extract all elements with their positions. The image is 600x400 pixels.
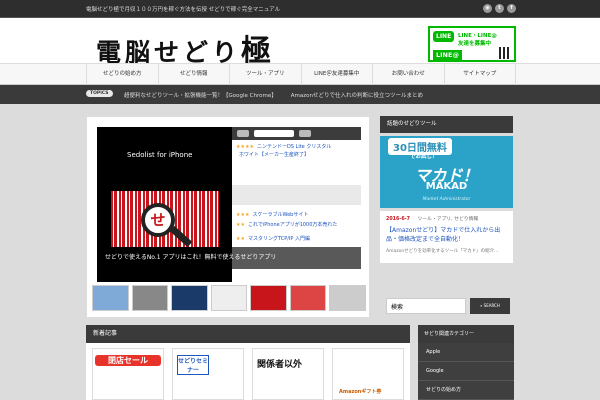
ticker-item[interactable]: Amazonせどりで仕入れの判断に役立つツールまとめ (291, 91, 423, 99)
app-search-field (254, 130, 294, 137)
card-label: せどりセミナー (177, 355, 209, 375)
makad-tagline: Market Administrator (422, 197, 471, 202)
app-detail-panel (232, 185, 361, 205)
post-categories[interactable]: ツール・アプリ, せどり情報 (418, 217, 479, 222)
categories-heading: せどり関連カテゴリー (418, 325, 514, 343)
nav-item-start[interactable]: せどりの始め方 (86, 64, 158, 85)
line-badge: LINE (433, 31, 455, 42)
category-link-google[interactable]: Google (418, 362, 514, 381)
nav-item-info[interactable]: せどり情報 (157, 64, 230, 85)
topics-label: TOPICS (86, 90, 113, 97)
article-card[interactable]: Amazonギフト券 (332, 348, 404, 400)
article-card[interactable]: 閉店セール (92, 348, 164, 400)
rss-icon[interactable]: ◉ (483, 4, 492, 13)
post-date: 2016-6-7 (386, 217, 411, 222)
app-product: ★★ マスタリングTCP/IP 入門編 (236, 236, 311, 242)
slider-thumbnail[interactable] (329, 285, 367, 311)
slider-thumbnail[interactable] (289, 285, 327, 311)
search-button[interactable]: ⌕ SEARCH (470, 298, 510, 314)
ticker-item[interactable]: 超便利なせどりツール・拡張機能一覧！【Google Chrome】 (124, 91, 277, 99)
slider-thumbnail[interactable] (250, 285, 287, 311)
slider-thumbnail[interactable] (92, 285, 129, 311)
app-toolbar (232, 127, 361, 140)
app-product: ★★★ スケーラブルWebサイト (236, 212, 309, 218)
category-link-start[interactable]: せどりの始め方 (418, 381, 514, 400)
categories-list: Apple Google せどりの始め方 (418, 343, 514, 400)
post-excerpt: Amazonせどりを効率化するツール「マカド」の紹介… (386, 249, 499, 254)
ticker-items: 超便利なせどりツール・拡張機能一覧！【Google Chrome】 Amazon… (124, 91, 600, 99)
site-header: 電脳せどり極 LINE LINE・LINE@ 友達を募集中 LINE@ (0, 18, 600, 69)
nav-item-sitemap[interactable]: サイトマップ (443, 64, 516, 85)
slider-thumbnail[interactable] (131, 285, 169, 311)
app-product: ★★ これでiPhoneアプリが1000万本売れた (236, 222, 338, 228)
category-link-apple[interactable]: Apple (418, 343, 514, 362)
card-label: 閉店セール (95, 355, 161, 366)
app-button (299, 130, 311, 137)
nav-item-contact[interactable]: お問い合わせ (372, 64, 444, 85)
topics-ticker: TOPICS 超便利なせどりツール・拡張機能一覧！【Google Chrome】… (0, 85, 600, 104)
social-links: ◉ t f (483, 4, 516, 13)
app-product: ホワイト【メーカー生産終了】 (239, 152, 310, 158)
slider-thumbnail[interactable] (171, 285, 208, 311)
article-cards: 閉店セール せどりセミナー 関係者以外 Amazonギフト券 (86, 343, 410, 400)
sidebar-post: 2016-6-7 ツール・アプリ, せどり情報 【Amazonせどり】マカドで仕… (380, 211, 513, 263)
app-button (237, 130, 249, 137)
article-card[interactable]: 関係者以外 (252, 348, 324, 400)
nav-item-line[interactable]: LINE＠友達募集中 (300, 64, 373, 85)
main-nav: せどりの始め方 せどり情報 ツール・アプリ LINE＠友達募集中 お問い合わせ … (0, 63, 600, 85)
app-product: ★★★★ ニンテンドーDS Lite クリスタル (236, 144, 332, 150)
magnifier-icon: せ (141, 203, 175, 237)
search-input[interactable] (386, 298, 466, 314)
makad-ad-banner[interactable]: 30日間無料 でお試し！ マカド！ MAKAD Market Administr… (380, 136, 513, 208)
nav-item-tools[interactable]: ツール・アプリ (229, 64, 301, 85)
qr-code-icon (499, 47, 511, 59)
section-heading: 新着記事 (86, 325, 410, 343)
line-banner-subtext: 友達を募集中 (458, 41, 492, 47)
slide-caption[interactable]: せどりで使えるNo.1 アプリはこれ！無料で使えるせどりアプリ (97, 247, 361, 269)
site-tagline: 電脳せどり極で月収１００万円を稼ぐ方法を伝授 せどりで稼ぐ完全マニュアル (86, 7, 281, 13)
line-at-badge: LINE@ (433, 50, 462, 60)
twitter-icon[interactable]: t (495, 4, 504, 13)
slider-thumbnail[interactable] (210, 285, 248, 311)
makad-en-name: MAKAD (425, 181, 468, 192)
makad-sub: でお試し！ (410, 154, 438, 160)
top-bar: 電脳せどり極で月収１００万円を稼ぐ方法を伝授 せどりで稼ぐ完全マニュアル ◉ t… (0, 0, 600, 18)
card-label: Amazonギフト券 (339, 389, 382, 395)
sidebar-heading: 話題のせどりツール (380, 116, 513, 133)
line-friend-banner[interactable]: LINE LINE・LINE@ 友達を募集中 LINE@ (428, 26, 516, 62)
post-meta: 2016-6-7 ツール・アプリ, せどり情報 (386, 215, 507, 222)
article-card[interactable]: せどりセミナー (172, 348, 244, 400)
facebook-icon[interactable]: f (507, 4, 516, 13)
slide-app-name: Sedolist for iPhone (127, 151, 193, 159)
line-banner-text: LINE・LINE@ (458, 33, 497, 39)
search-widget: ⌕ SEARCH (380, 296, 513, 316)
post-title-link[interactable]: 【Amazonせどり】マカドで仕入れから出品・価格改定まで全自動化！ (386, 226, 507, 244)
card-label: 関係者以外 (257, 360, 303, 370)
featured-slider: Sedolist for iPhone せ ★★★★ ニンテンドーDS Lite … (86, 116, 370, 318)
slider-thumbnails (92, 285, 367, 311)
